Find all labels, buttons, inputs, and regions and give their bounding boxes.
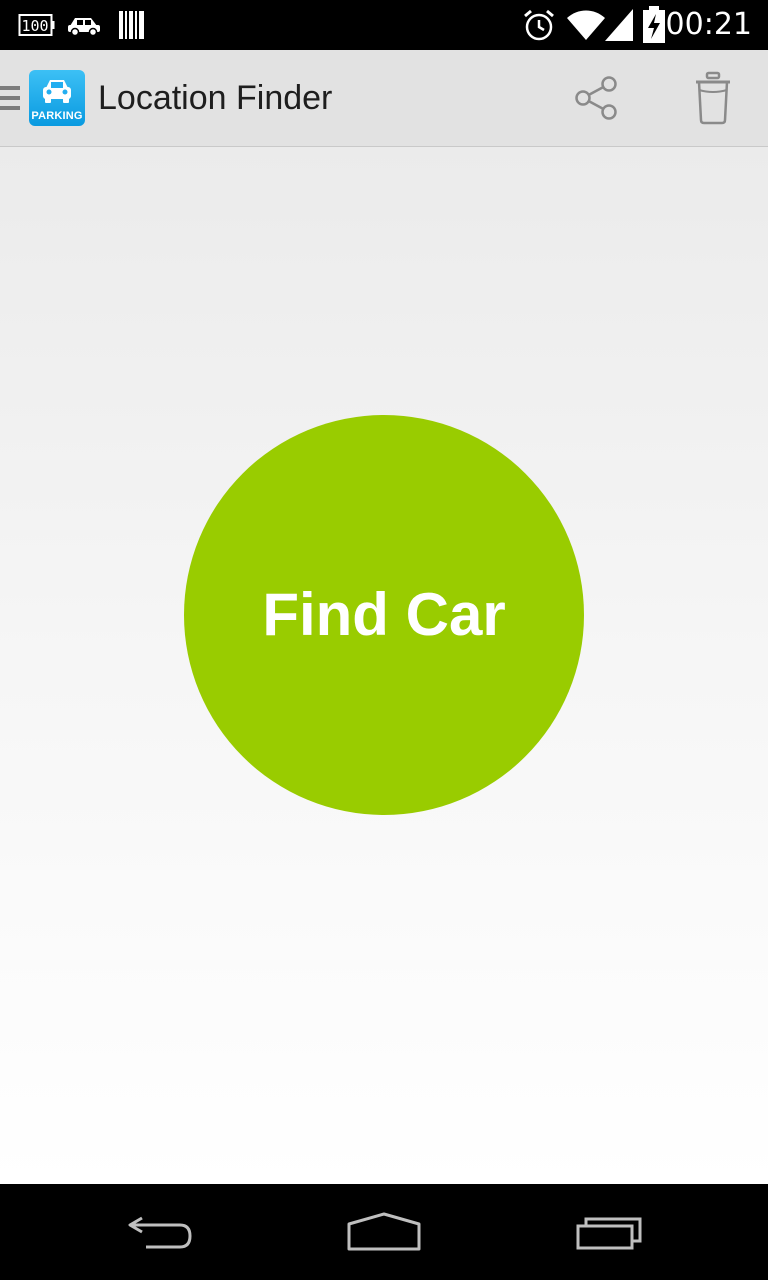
main-content: Find Car xyxy=(0,147,768,1184)
drawer-indicator-icon[interactable] xyxy=(0,86,20,114)
status-bar: 100 00:21 xyxy=(0,0,768,50)
recents-button[interactable] xyxy=(560,1200,660,1264)
home-icon xyxy=(347,1212,421,1251)
alarm-icon xyxy=(524,9,554,41)
app-title: Location Finder xyxy=(98,79,333,117)
find-car-label: Find Car xyxy=(262,581,506,648)
app-icon-label: PARKING xyxy=(31,110,83,122)
signal-icon xyxy=(605,9,633,41)
home-button[interactable] xyxy=(334,1200,434,1264)
find-car-button[interactable]: Find Car xyxy=(184,415,584,815)
action-bar: PARKING Location Finder xyxy=(0,50,768,147)
back-button[interactable] xyxy=(110,1200,210,1264)
recents-icon xyxy=(576,1217,642,1250)
trash-icon xyxy=(696,71,730,125)
parking-car-icon xyxy=(43,80,71,103)
battery-notification-text: 100 xyxy=(21,17,48,35)
back-icon xyxy=(128,1216,192,1249)
app-icon[interactable]: PARKING xyxy=(29,70,85,126)
status-time: 00:21 xyxy=(665,7,752,42)
delete-button[interactable] xyxy=(681,66,745,130)
car-notification-icon xyxy=(68,18,100,37)
wifi-icon xyxy=(567,10,605,40)
battery-100-notification-icon: 100 xyxy=(18,14,55,36)
barcode-notification-icon xyxy=(119,11,144,39)
share-button[interactable] xyxy=(565,66,629,130)
battery-charging-icon xyxy=(643,6,665,43)
navigation-bar xyxy=(0,1184,768,1280)
share-icon xyxy=(575,76,617,120)
